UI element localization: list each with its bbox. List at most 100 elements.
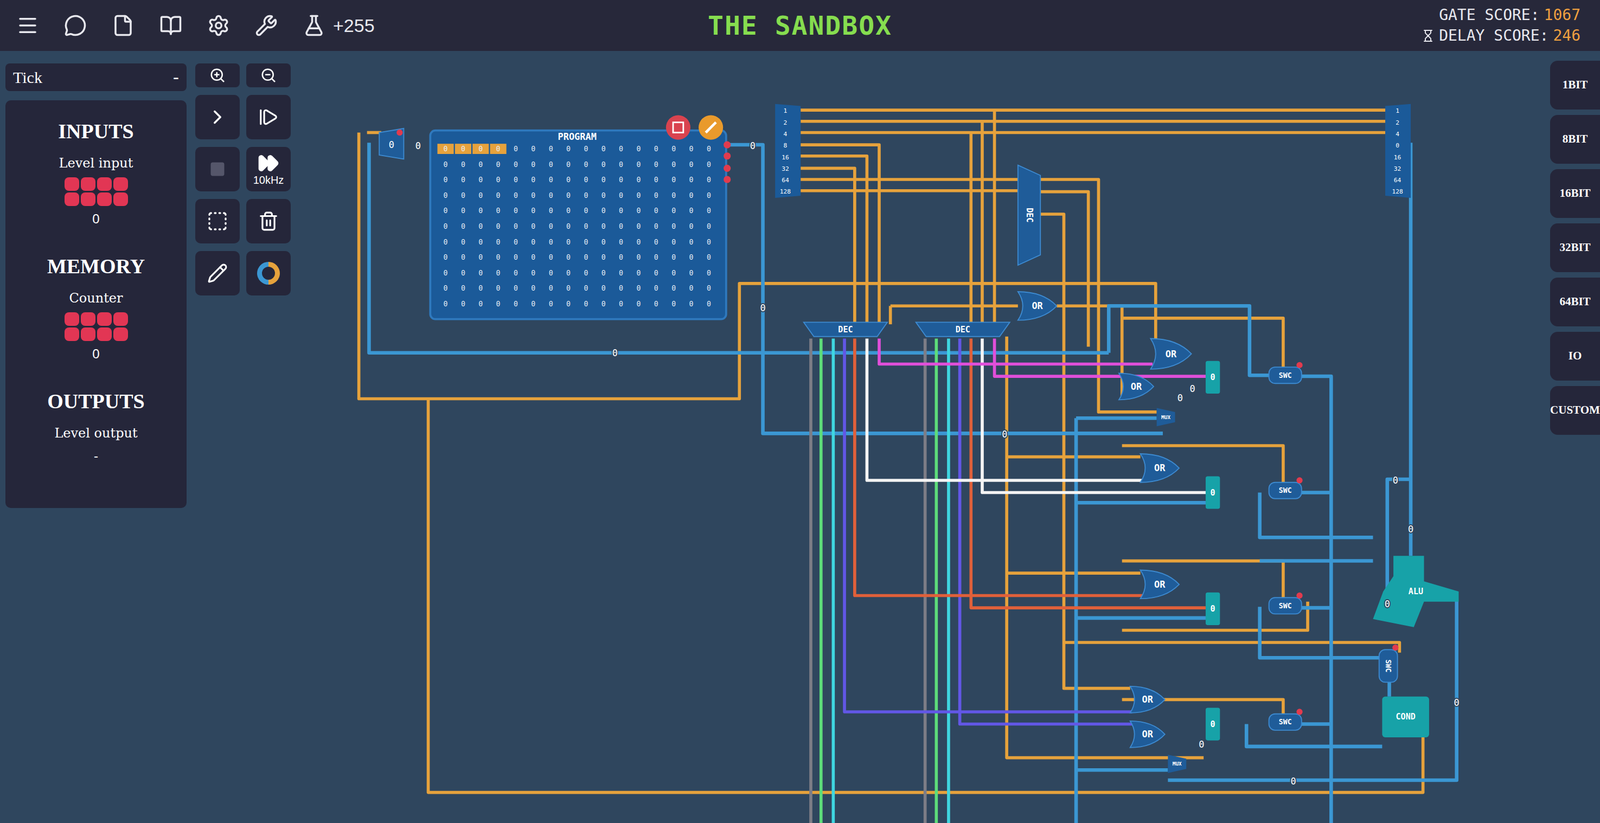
program-cell[interactable]: 0 [566,238,571,247]
program-cell[interactable]: 0 [671,269,676,278]
program-cell[interactable]: 0 [601,144,606,153]
program-cell[interactable]: 0 [548,253,554,262]
wire[interactable] [993,110,997,325]
program-cell[interactable]: 0 [689,222,694,231]
program-cell[interactable]: 0 [530,160,536,169]
program-cell[interactable]: 0 [490,143,507,155]
program-cell[interactable]: 0 [530,253,536,262]
program-cell[interactable]: 0 [530,284,536,293]
program-cell[interactable]: 0 [601,206,606,215]
alu-component[interactable]: ALU [1372,555,1459,628]
program-cell[interactable]: 0 [671,222,676,231]
component-category-button[interactable]: 8BIT [1550,114,1600,164]
program-cell[interactable]: 0 [671,175,676,184]
wire[interactable] [1076,616,1206,621]
program-cell[interactable]: 0 [443,191,448,200]
program-cell[interactable]: 0 [530,191,536,200]
wire[interactable] [800,156,867,325]
wire[interactable] [809,338,813,823]
program-cell[interactable]: 0 [461,238,466,247]
program-cell[interactable]: 0 [706,253,712,262]
panel-item[interactable]: Counter0 [64,288,128,364]
program-cell[interactable]: 0 [706,238,712,247]
program-cell[interactable]: 0 [478,222,483,231]
zoom-out-button[interactable] [246,63,291,88]
wire[interactable] [1063,642,1400,654]
program-cell[interactable]: 0 [689,160,694,169]
program-cell[interactable]: 0 [566,269,571,278]
dec-component[interactable]: DEC [916,322,1010,337]
program-cell[interactable]: 0 [548,222,554,231]
run-button[interactable] [246,94,291,140]
program-cell[interactable]: 0 [548,191,554,200]
program-cell[interactable]: 0 [566,284,571,293]
program-cell[interactable]: 0 [461,284,466,293]
program-cell[interactable]: 0 [618,222,624,231]
file-icon[interactable] [111,14,135,37]
component-category-button[interactable]: 32BIT [1550,223,1600,273]
program-cell[interactable]: 0 [671,160,676,169]
wire[interactable] [800,144,880,325]
program-cell[interactable]: 0 [706,269,712,278]
program-cell[interactable]: 0 [636,191,641,200]
wire[interactable] [1246,724,1382,747]
wire[interactable] [819,338,823,823]
wire[interactable] [1006,571,1141,575]
program-cell[interactable]: 0 [636,175,641,184]
program-cell[interactable]: 0 [654,191,659,200]
wire[interactable] [960,338,1133,725]
mux-component[interactable]: MUX [1167,754,1187,774]
byte-display[interactable] [64,177,128,207]
wire[interactable] [800,189,1019,193]
program-cell[interactable]: 0 [706,160,712,169]
program-cell[interactable]: 0 [513,191,518,200]
wire[interactable] [1076,416,1157,421]
program-cell[interactable]: 0 [583,191,588,200]
wire[interactable] [1409,142,1413,556]
program-cell[interactable]: 0 [618,253,624,262]
program-cell[interactable]: 0 [513,253,518,262]
program-cell[interactable]: 0 [530,299,536,309]
program-cell[interactable]: 0 [636,299,641,309]
component-category-button[interactable]: 64BIT [1550,277,1600,327]
select-button[interactable] [195,199,240,244]
program-cell[interactable]: 0 [496,222,501,231]
program-cell[interactable]: 0 [461,222,466,231]
wire[interactable] [844,338,1132,712]
swc-component[interactable]: SWC [1269,708,1303,731]
program-cell[interactable]: 0 [583,269,588,278]
program-cell[interactable]: 0 [583,222,588,231]
wrench-icon[interactable] [254,14,278,37]
program-cell[interactable]: 0 [618,206,624,215]
program-cell[interactable]: 0 [689,269,694,278]
program-cell[interactable]: 0 [530,222,536,231]
gear-icon[interactable] [207,14,230,37]
program-cell[interactable]: 0 [706,144,712,153]
program-cell[interactable]: 0 [636,253,641,262]
program-cell[interactable]: 0 [496,191,501,200]
program-cell[interactable]: 0 [478,175,483,184]
program-cell[interactable]: 0 [601,175,606,184]
score-badge[interactable]: +255 [302,11,375,40]
program-cell[interactable]: 0 [583,160,588,169]
program-cell[interactable]: 0 [601,284,606,293]
delete-button[interactable] [246,199,291,244]
program-cell[interactable]: 0 [601,160,606,169]
program-cell[interactable]: 0 [513,144,518,153]
book-icon[interactable] [159,14,183,37]
program-cell[interactable]: 0 [689,191,694,200]
zoom-in-button[interactable] [195,63,240,88]
program-cell[interactable]: 0 [654,222,659,231]
program-cell[interactable]: 0 [478,269,483,278]
program-cell[interactable]: 0 [654,160,659,169]
swc-component[interactable]: SWC [1269,592,1303,615]
component-category-button[interactable]: CUSTOM [1550,386,1600,435]
wire[interactable] [1301,722,1332,727]
mux-component[interactable]: MUX [1156,407,1176,427]
program-cell[interactable]: 0 [513,238,518,247]
program-cell[interactable]: 0 [461,253,466,262]
wire[interactable] [800,108,1388,112]
swcv-component[interactable]: SWC [1379,644,1399,683]
program-cell[interactable]: 0 [513,160,518,169]
program-cell[interactable]: 0 [548,175,554,184]
